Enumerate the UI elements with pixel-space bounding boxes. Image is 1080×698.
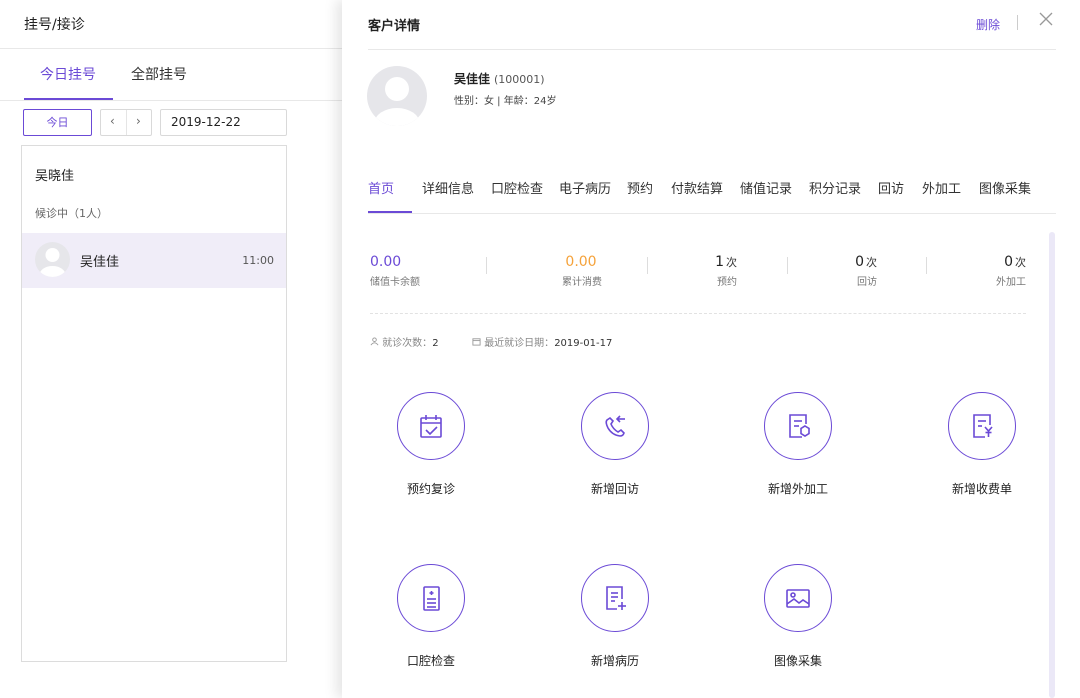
stat-divider bbox=[486, 257, 487, 274]
tab-stored-value[interactable]: 储值记录 bbox=[740, 178, 792, 197]
tab-image-capture[interactable]: 图像采集 bbox=[979, 178, 1031, 197]
date-field[interactable]: 2019-12-22 bbox=[160, 109, 287, 136]
tab-appointment[interactable]: 预约 bbox=[627, 178, 653, 197]
document-hexagon-icon bbox=[764, 392, 832, 460]
customer-meta: 性别：女 | 年龄：24岁 bbox=[454, 96, 557, 107]
stat-total-spend: 0.00 累计消费 bbox=[552, 251, 612, 288]
patient-name: 吴佳佳 bbox=[80, 255, 120, 270]
action-label: 新增收费单 bbox=[951, 482, 1012, 496]
stat-divider bbox=[926, 257, 927, 274]
stat-value: 1 bbox=[715, 254, 724, 270]
doctor-name: 吴晓佳 bbox=[35, 169, 75, 184]
stat-value: 0 bbox=[1004, 254, 1013, 270]
document-yen-icon bbox=[948, 392, 1016, 460]
action-add-followup[interactable]: 新增回访 bbox=[560, 392, 670, 497]
chevron-left-icon[interactable]: ‹ bbox=[110, 114, 115, 128]
stat-label: 累计消费 bbox=[562, 277, 602, 288]
action-label: 新增回访 bbox=[590, 482, 639, 496]
delete-button[interactable]: 删除 bbox=[976, 16, 1000, 33]
drawer-title: 客户详情 bbox=[368, 19, 421, 34]
patient-list: 吴晓佳 候诊中（1人） 吴佳佳 11:00 bbox=[21, 145, 287, 662]
document-add-icon bbox=[581, 564, 649, 632]
divider bbox=[368, 49, 1056, 50]
close-icon[interactable] bbox=[1038, 11, 1054, 31]
tab-external-processing[interactable]: 外加工 bbox=[922, 178, 961, 197]
action-label: 新增外加工 bbox=[767, 482, 828, 496]
visit-count: 就诊次数：2 bbox=[370, 334, 439, 349]
customer-name: 吴佳佳 (100001) bbox=[454, 70, 545, 87]
tab-oral-exam[interactable]: 口腔检查 bbox=[491, 178, 543, 197]
last-visit-date: 2019-01-17 bbox=[554, 338, 613, 349]
tab-today-registration[interactable]: 今日挂号 bbox=[40, 64, 96, 84]
appointment-time: 11:00 bbox=[242, 254, 274, 267]
action-add-bill[interactable]: 新增收费单 bbox=[927, 392, 1037, 497]
image-icon bbox=[764, 564, 832, 632]
customer-id: (100001) bbox=[494, 73, 545, 86]
registration-tabs: 今日挂号 全部挂号 bbox=[0, 48, 342, 101]
stat-label: 预约 bbox=[717, 277, 737, 288]
scrollbar[interactable] bbox=[1049, 232, 1055, 698]
today-button[interactable]: 今日 bbox=[23, 109, 92, 136]
stat-value: 0.00 bbox=[565, 254, 597, 270]
stat-label: 回访 bbox=[857, 277, 877, 288]
stat-stored-balance: 0.00 储值卡余额 bbox=[370, 251, 420, 288]
action-label: 图像采集 bbox=[773, 654, 822, 668]
tab-points[interactable]: 积分记录 bbox=[809, 178, 861, 197]
tab-payment[interactable]: 付款结算 bbox=[671, 178, 723, 197]
stat-external: 0次 外加工 bbox=[971, 251, 1026, 288]
action-label: 新增病历 bbox=[590, 654, 639, 668]
list-item[interactable]: 吴佳佳 11:00 bbox=[22, 233, 286, 288]
action-oral-exam[interactable]: 口腔检查 bbox=[376, 564, 486, 669]
visit-count-value: 2 bbox=[432, 338, 439, 349]
tab-home[interactable]: 首页 bbox=[368, 178, 394, 197]
calendar-check-icon bbox=[397, 392, 465, 460]
last-visit-label: 最近就诊日期： bbox=[484, 338, 555, 349]
user-icon bbox=[370, 337, 382, 349]
stat-followups: 0次 回访 bbox=[832, 251, 877, 288]
tab-ink-bar bbox=[368, 211, 412, 213]
avatar bbox=[367, 66, 427, 126]
customer-detail-drawer: 客户详情 删除 吴佳佳 (100001) 性别：女 | 年龄：24岁 首页 详细信… bbox=[342, 0, 1080, 698]
visit-count-label: 就诊次数： bbox=[382, 338, 433, 349]
action-add-external[interactable]: 新增外加工 bbox=[743, 392, 853, 497]
tab-all-registration[interactable]: 全部挂号 bbox=[131, 64, 187, 84]
tab-ink-bar bbox=[24, 98, 113, 100]
stat-appointments: 1次 预约 bbox=[692, 251, 737, 288]
action-add-medical-record[interactable]: 新增病历 bbox=[560, 564, 670, 669]
dashed-divider bbox=[370, 313, 1026, 314]
registration-panel: 挂号/接诊 今日挂号 全部挂号 今日 ‹ › 2019-12-22 吴晓佳 候诊… bbox=[0, 0, 342, 698]
phone-callback-icon bbox=[581, 392, 649, 460]
pager-divider bbox=[126, 110, 127, 135]
detail-tabs: 首页 详细信息 口腔检查 电子病历 预约 付款结算 储值记录 积分记录 回访 外… bbox=[368, 168, 1056, 214]
tab-medical-record[interactable]: 电子病历 bbox=[559, 178, 611, 197]
date-pager: ‹ › bbox=[100, 109, 152, 136]
stat-divider bbox=[647, 257, 648, 274]
action-image-capture[interactable]: 图像采集 bbox=[743, 564, 853, 669]
stat-label: 储值卡余额 bbox=[370, 277, 420, 288]
stat-unit: 次 bbox=[1015, 256, 1026, 269]
tab-detail-info[interactable]: 详细信息 bbox=[422, 178, 474, 197]
customer-name-text: 吴佳佳 bbox=[454, 72, 491, 86]
calendar-icon bbox=[472, 338, 484, 349]
avatar bbox=[35, 242, 70, 277]
panel-title: 挂号/接诊 bbox=[24, 17, 85, 33]
stat-unit: 次 bbox=[866, 256, 877, 269]
stat-value: 0.00 bbox=[370, 254, 402, 270]
stat-value: 0 bbox=[855, 254, 864, 270]
tab-followup[interactable]: 回访 bbox=[878, 178, 904, 197]
last-visit: 最近就诊日期：2019-01-17 bbox=[472, 334, 612, 349]
stat-divider bbox=[787, 257, 788, 274]
header-divider bbox=[1017, 15, 1018, 30]
waiting-count: 候诊中（1人） bbox=[35, 207, 108, 220]
stat-unit: 次 bbox=[726, 256, 737, 269]
clipboard-list-icon bbox=[397, 564, 465, 632]
action-label: 口腔检查 bbox=[406, 654, 455, 668]
action-label: 预约复诊 bbox=[406, 482, 455, 496]
action-book-revisit[interactable]: 预约复诊 bbox=[376, 392, 486, 497]
stat-label: 外加工 bbox=[996, 277, 1026, 288]
chevron-right-icon[interactable]: › bbox=[136, 114, 141, 128]
